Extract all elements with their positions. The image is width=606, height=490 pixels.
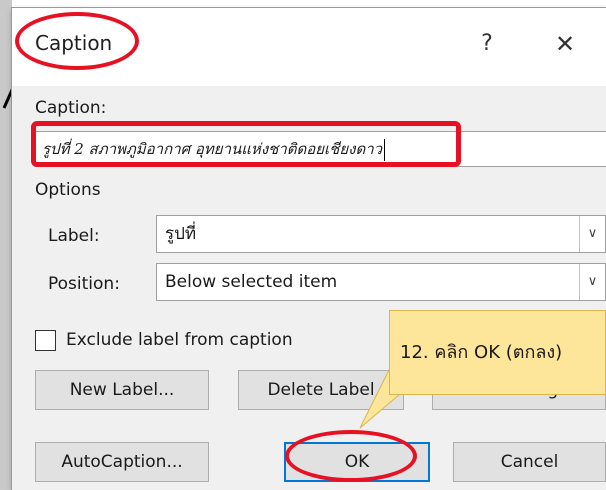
autocaption-button[interactable]: AutoCaption... — [35, 442, 209, 482]
callout-text: 12. คลิก OK (ตกลง) — [400, 342, 563, 363]
label-select-value: รูปที่ — [165, 224, 197, 244]
position-select-value: Below selected item — [165, 272, 338, 292]
instruction-callout: 12. คลิก OK (ตกลง) — [389, 310, 606, 395]
position-field-label: Position: — [48, 274, 120, 294]
caption-input[interactable]: รูปที่ 2 สภาพภูมิอากาศ อุทยานแห่งชาติดอย… — [35, 131, 606, 167]
ok-button[interactable]: OK — [284, 442, 430, 482]
dialog-title: Caption — [35, 31, 113, 55]
question-mark-icon[interactable]: ? — [467, 24, 507, 64]
caption-input-value: รูปที่ 2 สภาพภูมิอากาศ อุทยานแห่งชาติดอย… — [42, 140, 383, 158]
new-label-button[interactable]: New Label... — [35, 370, 209, 410]
chevron-down-icon[interactable]: ∨ — [579, 264, 605, 300]
chevron-down-icon[interactable]: ∨ — [579, 216, 605, 252]
title-bar: Caption ? ✕ — [12, 8, 606, 86]
caption-dialog: Caption ? ✕ Caption: รูปที่ 2 สภาพภูมิอา… — [12, 8, 606, 490]
label-field-label: Label: — [48, 226, 100, 246]
text-caret — [384, 139, 386, 161]
delete-label-button[interactable]: Delete Label — [238, 370, 404, 410]
close-icon[interactable]: ✕ — [545, 24, 585, 64]
label-select[interactable]: รูปที่ ∨ — [156, 215, 606, 253]
caption-label: Caption: — [35, 98, 107, 118]
options-heading: Options — [35, 180, 101, 200]
position-select[interactable]: Below selected item ∨ — [156, 263, 606, 301]
cancel-button[interactable]: Cancel — [453, 442, 606, 482]
exclude-label-checkbox[interactable] — [35, 330, 56, 351]
exclude-label-text: Exclude label from caption — [66, 330, 293, 350]
